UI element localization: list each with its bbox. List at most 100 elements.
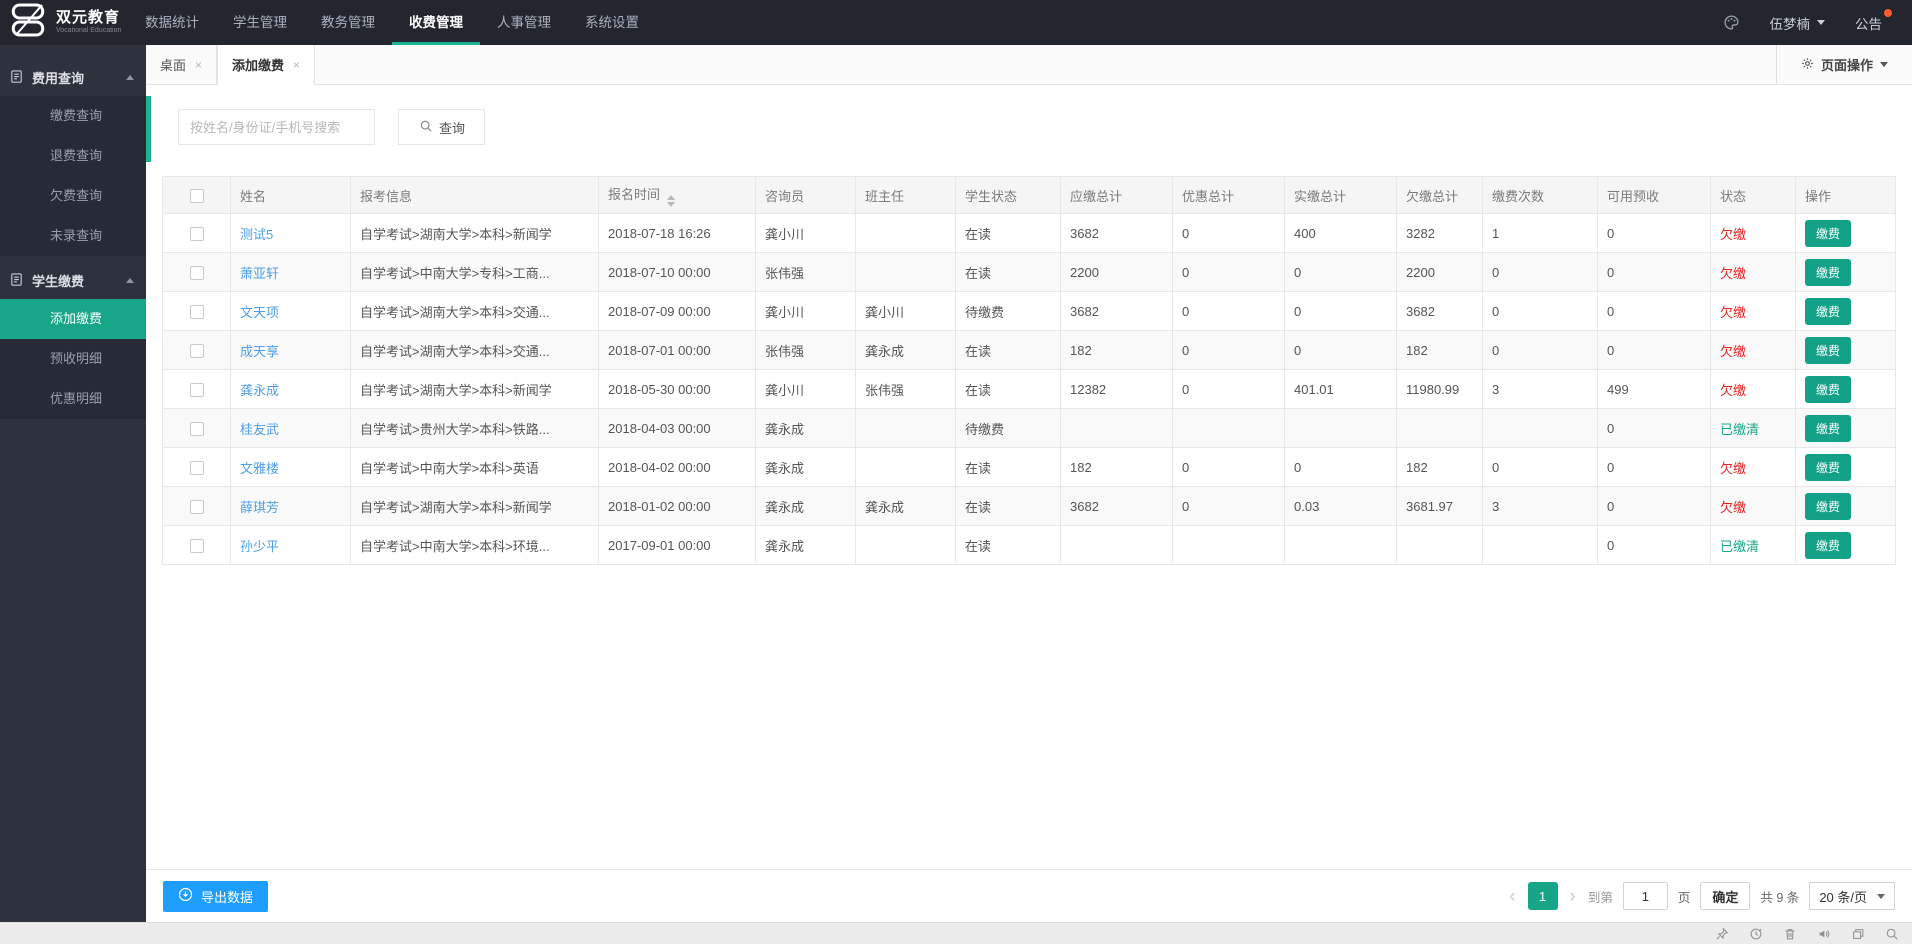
pay-button[interactable]: 缴费 (1805, 259, 1851, 286)
row-checkbox[interactable] (190, 227, 204, 241)
col-student-status: 学生状态 (956, 177, 1061, 214)
history-icon[interactable] (1749, 927, 1763, 941)
navbar-right: 伍梦楠 公告 (1723, 0, 1912, 45)
tab-label: 添加缴费 (232, 55, 284, 74)
status-badge: 欠缴 (1720, 461, 1746, 476)
user-name: 伍梦楠 (1770, 13, 1811, 33)
pay-button[interactable]: 缴费 (1805, 493, 1851, 520)
student-name-link[interactable]: 薛琪芳 (240, 500, 279, 515)
gear-icon (1801, 57, 1814, 73)
pay-button[interactable]: 缴费 (1805, 298, 1851, 325)
row-checkbox[interactable] (190, 539, 204, 553)
trash-icon[interactable] (1783, 927, 1797, 941)
notice-link[interactable]: 公告 (1855, 13, 1888, 33)
pay-button[interactable]: 缴费 (1805, 220, 1851, 247)
export-button[interactable]: 导出数据 (163, 881, 268, 912)
close-icon[interactable]: × (293, 58, 300, 72)
col-head-teacher: 班主任 (856, 177, 956, 214)
user-menu[interactable]: 伍梦楠 (1770, 13, 1826, 33)
nav-item-students[interactable]: 学生管理 (216, 0, 304, 45)
nav-item-data-stats[interactable]: 数据统计 (128, 0, 216, 45)
nav-item-fees[interactable]: 收费管理 (392, 0, 480, 45)
prev-page-button[interactable]: ‹ (1507, 887, 1517, 906)
student-name-link[interactable]: 孙少平 (240, 539, 279, 554)
nav-item-system[interactable]: 系统设置 (568, 0, 656, 45)
student-name-link[interactable]: 测试5 (240, 227, 273, 242)
row-checkbox[interactable] (190, 461, 204, 475)
student-name-link[interactable]: 桂友武 (240, 422, 279, 437)
close-icon[interactable]: × (195, 58, 202, 72)
download-icon (178, 887, 193, 905)
pay-button[interactable]: 缴费 (1805, 454, 1851, 481)
student-name-link[interactable]: 文雅楼 (240, 461, 279, 476)
students-table: 姓名 报考信息 报名时间 咨询员 班主任 学生状态 应缴总计 优惠总计 实缴总计… (162, 176, 1896, 565)
row-checkbox[interactable] (190, 422, 204, 436)
sidebar-item-refund-query[interactable]: 退费查询 (0, 136, 146, 176)
sidebar-group-fee-query[interactable]: 费用查询 (0, 59, 146, 96)
sidebar-item-payment-query[interactable]: 缴费查询 (0, 96, 146, 136)
notice-badge (1884, 9, 1892, 17)
sidebar-item-discount-detail[interactable]: 优惠明细 (0, 379, 146, 419)
select-all-checkbox[interactable] (190, 189, 204, 203)
table-header-row: 姓名 报考信息 报名时间 咨询员 班主任 学生状态 应缴总计 优惠总计 实缴总计… (163, 177, 1896, 214)
student-name-link[interactable]: 文天项 (240, 305, 279, 320)
student-name-link[interactable]: 成天享 (240, 344, 279, 359)
page-size-select[interactable]: 20 条/页 (1809, 882, 1895, 910)
nav-item-hr[interactable]: 人事管理 (480, 0, 568, 45)
search-icon[interactable] (1885, 927, 1899, 941)
pay-button[interactable]: 缴费 (1805, 337, 1851, 364)
row-checkbox[interactable] (190, 266, 204, 280)
student-name-link[interactable]: 萧亚轩 (240, 266, 279, 281)
col-actions: 操作 (1796, 177, 1896, 214)
sidebar-item-prepay-detail[interactable]: 预收明细 (0, 339, 146, 379)
search-button[interactable]: 查询 (398, 109, 485, 145)
status-badge: 已缴清 (1720, 422, 1759, 437)
row-checkbox[interactable] (190, 305, 204, 319)
notice-label: 公告 (1855, 17, 1882, 32)
sidebar-item-arrears-query[interactable]: 欠费查询 (0, 176, 146, 216)
sidebar-item-add-payment[interactable]: 添加缴费 (0, 299, 146, 339)
pay-button[interactable]: 缴费 (1805, 532, 1851, 559)
volume-icon[interactable] (1817, 927, 1831, 941)
next-page-button[interactable]: › (1568, 887, 1578, 906)
status-badge: 欠缴 (1720, 500, 1746, 515)
sort-icon[interactable] (667, 195, 675, 207)
pay-button[interactable]: 缴费 (1805, 376, 1851, 403)
goto-page-input[interactable] (1623, 882, 1668, 910)
col-owed-total: 欠缴总计 (1397, 177, 1483, 214)
tab-label: 桌面 (160, 55, 186, 74)
goto-label: 到第 (1588, 887, 1613, 906)
page-unit-label: 页 (1678, 887, 1691, 906)
sidebar-group-student-payment[interactable]: 学生缴费 (0, 262, 146, 299)
nav-item-academic[interactable]: 教务管理 (304, 0, 392, 45)
row-checkbox[interactable] (190, 383, 204, 397)
col-status: 状态 (1711, 177, 1796, 214)
status-badge: 欠缴 (1720, 344, 1746, 359)
pin-icon[interactable] (1715, 927, 1729, 941)
window-restore-icon[interactable] (1851, 927, 1865, 941)
theme-palette-icon[interactable] (1723, 14, 1740, 31)
search-section: 查询 (146, 96, 1912, 162)
table-row: 桂友武自学考试>贵州大学>本科>铁路...2018-04-03 00:00龚永成… (163, 409, 1896, 448)
status-badge: 已缴清 (1720, 539, 1759, 554)
brand-subtext: Vocational Education (56, 27, 121, 35)
search-button-label: 查询 (439, 118, 465, 137)
brand-name: 双元教育 (56, 10, 121, 27)
tab-add-payment[interactable]: 添加缴费 × (217, 45, 315, 85)
row-checkbox[interactable] (190, 344, 204, 358)
tab-desktop[interactable]: 桌面 × (146, 45, 217, 84)
confirm-button[interactable]: 确定 (1700, 882, 1750, 910)
status-badge: 欠缴 (1720, 383, 1746, 398)
col-enroll-date[interactable]: 报名时间 (599, 177, 756, 214)
current-page-button[interactable]: 1 (1528, 882, 1558, 910)
pagination: ‹ 1 › 到第 页 确定 共 9 条 20 条/页 (1507, 882, 1895, 910)
sidebar-group-student-payment-items: 添加缴费 预收明细 优惠明细 (0, 299, 146, 419)
row-checkbox[interactable] (190, 500, 204, 514)
search-icon (419, 119, 433, 136)
student-name-link[interactable]: 龚永成 (240, 383, 279, 398)
search-input[interactable] (178, 109, 375, 145)
pay-button[interactable]: 缴费 (1805, 415, 1851, 442)
sidebar-item-unrecorded-query[interactable]: 未录查询 (0, 216, 146, 256)
table-row: 薛琪芳自学考试>湖南大学>本科>新闻学2018-01-02 00:00龚永成龚永… (163, 487, 1896, 526)
page-operations-button[interactable]: 页面操作 (1776, 45, 1912, 84)
